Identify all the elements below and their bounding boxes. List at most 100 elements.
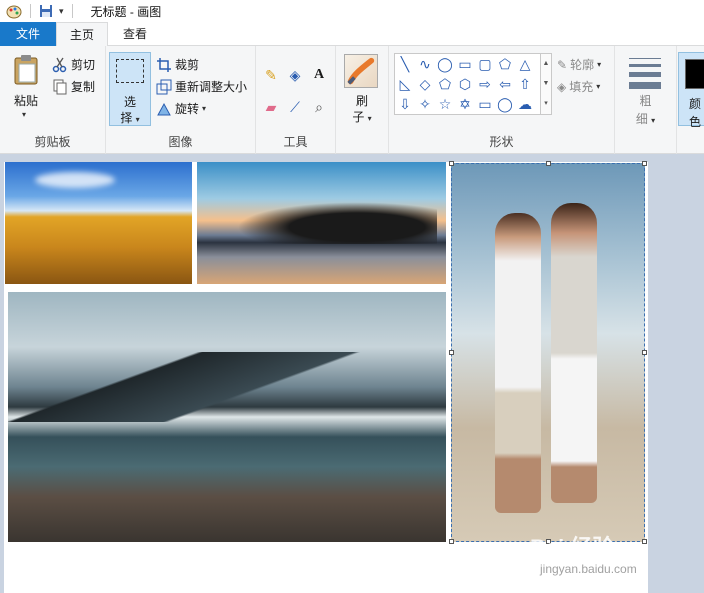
brushes-label-1[interactable]: 刷 (336, 92, 388, 109)
color-picker-icon[interactable]: ⟋ (286, 98, 304, 116)
right-arrow-shape-icon[interactable]: ⇨ (475, 74, 495, 94)
pentagon-shape-icon[interactable]: ⬠ (435, 74, 455, 94)
resize-handle-bottom-right[interactable] (642, 539, 647, 544)
canvas-workspace[interactable] (0, 155, 704, 593)
resize-handle-top-left[interactable] (449, 161, 454, 166)
shapes-expand-icon[interactable]: ▾ (541, 94, 551, 114)
clipboard-group-label: 剪贴板 (34, 135, 71, 149)
paste-dropdown-icon[interactable]: ▾ (22, 110, 26, 119)
rectangle-shape-icon[interactable]: ▭ (455, 54, 475, 74)
select-marquee-icon (116, 59, 144, 83)
left-arrow-shape-icon[interactable]: ⇦ (495, 74, 515, 94)
quick-access-dropdown-icon[interactable]: ▾ (59, 6, 64, 17)
callout-cloud-shape-icon[interactable]: ☁ (515, 94, 535, 114)
up-arrow-shape-icon[interactable]: ⇧ (515, 74, 535, 94)
tools-group-label: 工具 (283, 135, 308, 149)
resize-button[interactable]: 重新调整大小 (156, 78, 247, 95)
crop-label: 裁剪 (175, 58, 200, 72)
diamond-shape-icon[interactable]: ◇ (415, 74, 435, 94)
magnifier-icon[interactable]: ⌕ (310, 98, 328, 116)
outline-label: 轮廓 (570, 58, 595, 72)
tree-silhouette (237, 202, 437, 244)
callout-oval-shape-icon[interactable]: ◯ (495, 94, 515, 114)
mountain-lake-photo (8, 292, 446, 542)
brushes-label-2: 子 (352, 110, 365, 124)
four-point-star-shape-icon[interactable]: ✧ (415, 94, 435, 114)
paste-icon[interactable] (12, 54, 40, 86)
title-separator-2 (71, 4, 73, 18)
rounded-rectangle-shape-icon[interactable]: ▢ (475, 54, 495, 74)
clipboard-group: 粘贴 ▾ 剪切 复制 剪贴板 (0, 46, 106, 154)
right-triangle-shape-icon[interactable]: ◺ (395, 74, 415, 94)
copy-button[interactable]: 复制 (52, 78, 95, 95)
tab-view[interactable]: 查看 (112, 22, 158, 46)
line-width-icon (629, 58, 661, 94)
down-arrow-shape-icon[interactable]: ⇩ (395, 94, 415, 114)
title-bar: ▾ 无标题 - 画图 (0, 0, 704, 22)
drawing-canvas[interactable] (4, 161, 648, 593)
save-icon[interactable] (39, 4, 53, 18)
brushes-group: 刷 子 ▾ (336, 46, 389, 154)
select-button[interactable]: 选 择 ▾ (109, 52, 151, 126)
rotate-button[interactable]: 旋转 ▾ (156, 100, 206, 117)
brush-icon[interactable] (344, 54, 378, 88)
callout-rect-shape-icon[interactable]: ▭ (475, 94, 495, 114)
text-tool-icon[interactable]: A (310, 66, 328, 84)
tab-home[interactable]: 主页 (56, 22, 108, 47)
fill-dropdown-icon[interactable]: ▾ (596, 82, 600, 91)
fill-label: 填充 (569, 80, 594, 94)
resize-handle-bottom-left[interactable] (449, 539, 454, 544)
resize-handle-right[interactable] (642, 350, 647, 355)
color-label: 颜 色 (685, 95, 704, 131)
ribbon-tab-row: 文件 主页 查看 (0, 22, 704, 47)
image-group: 选 择 ▾ 裁剪 重新调整大小 旋转 ▾ 图像 (106, 46, 256, 154)
outline-icon: ✎ (557, 57, 568, 72)
brushes-dropdown-icon[interactable]: ▾ (368, 114, 372, 123)
color-1-swatch (685, 59, 704, 89)
eraser-icon[interactable]: ▰ (262, 98, 280, 116)
shapes-scroll[interactable]: ▲ ▼ ▾ (541, 53, 552, 115)
pencil-icon[interactable]: ✎ (262, 66, 280, 84)
outline-dropdown-icon[interactable]: ▾ (597, 60, 601, 69)
tools-group: ✎ ◈ A ▰ ⟋ ⌕ 工具 (256, 46, 336, 154)
shapes-group-label: 形状 (489, 135, 514, 149)
polygon-shape-icon[interactable]: ⬠ (495, 54, 515, 74)
rotate-dropdown-icon[interactable]: ▾ (202, 104, 206, 113)
rotate-icon (157, 102, 171, 115)
scissors-icon (52, 57, 67, 72)
resize-label: 重新调整大小 (175, 80, 248, 94)
line-shape-icon[interactable]: ╲ (395, 54, 415, 74)
resize-handle-top-right[interactable] (642, 161, 647, 166)
oval-shape-icon[interactable]: ◯ (435, 54, 455, 74)
fill-bucket-icon[interactable]: ◈ (286, 66, 304, 84)
brushes-label-2-row[interactable]: 子 ▾ (336, 108, 388, 125)
six-point-star-shape-icon[interactable]: ✡ (455, 94, 475, 114)
rotate-label: 旋转 (175, 102, 200, 116)
crop-button[interactable]: 裁剪 (156, 56, 199, 73)
select-dropdown-icon[interactable]: ▾ (136, 115, 140, 124)
cut-label: 剪切 (71, 58, 96, 72)
selection-rectangle[interactable] (449, 161, 647, 544)
resize-handle-top[interactable] (546, 161, 551, 166)
shapes-scroll-down-icon[interactable]: ▼ (541, 74, 551, 94)
size-group[interactable]: 粗 细 ▾ (615, 46, 677, 154)
five-point-star-shape-icon[interactable]: ☆ (435, 94, 455, 114)
hexagon-shape-icon[interactable]: ⬡ (455, 74, 475, 94)
color-1-button[interactable]: 颜 色 (678, 52, 704, 129)
curve-shape-icon[interactable]: ∿ (415, 54, 435, 74)
shapes-scroll-up-icon[interactable]: ▲ (541, 54, 551, 74)
triangle-shape-icon[interactable]: △ (515, 54, 535, 74)
size-label: 粗 细 ▾ (615, 92, 676, 130)
paste-button[interactable]: 粘贴 (12, 92, 40, 109)
resize-handle-left[interactable] (449, 350, 454, 355)
size-dropdown-icon[interactable]: ▾ (651, 116, 655, 125)
mountain-shape (8, 352, 446, 422)
cut-button[interactable]: 剪切 (52, 56, 95, 73)
outline-button[interactable]: ✎ 轮廓 ▾ (557, 56, 601, 73)
tab-file[interactable]: 文件 (0, 22, 56, 46)
select-label-2-text: 择 (120, 111, 133, 125)
fill-icon: ◈ (557, 79, 567, 94)
size-label-2-row: 细 ▾ (615, 110, 676, 130)
paint-app-icon[interactable] (6, 3, 22, 19)
fill-button[interactable]: ◈ 填充 ▾ (557, 78, 600, 95)
